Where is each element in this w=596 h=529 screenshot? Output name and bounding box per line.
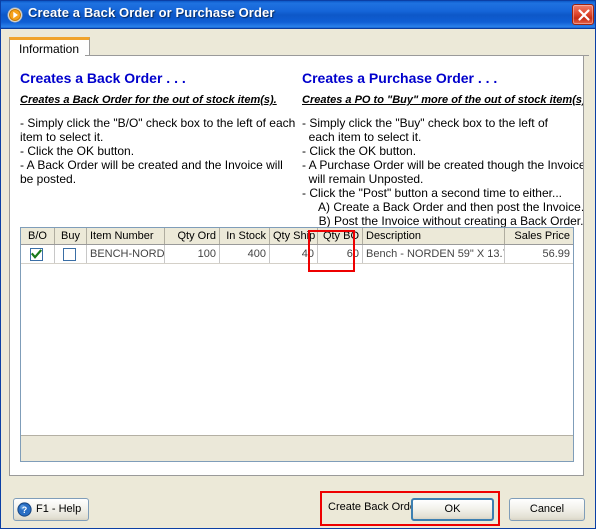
- back-order-subheading: Creates a Back Order for the out of stoc…: [20, 94, 277, 106]
- dialog-window: Create a Back Order or Purchase Order In…: [0, 0, 596, 529]
- table-row[interactable]: BENCH-NORDE 100 400 40 60 Bench - NORDEN…: [21, 245, 573, 264]
- cell-qty-ord[interactable]: 100: [165, 245, 220, 263]
- back-order-instructions: - Simply click the "B/O" check box to th…: [20, 116, 296, 186]
- tab-label: Information: [19, 42, 80, 56]
- ok-label: OK: [444, 503, 461, 515]
- cell-buy: [55, 245, 87, 263]
- orange-play-circle-icon: [7, 7, 23, 23]
- cell-in-stock[interactable]: 400: [220, 245, 270, 263]
- window-title: Create a Back Order or Purchase Order: [28, 5, 275, 20]
- line-items-grid[interactable]: B/O Buy Item Number Qty Ord In Stock Qty…: [20, 227, 574, 462]
- close-icon[interactable]: [572, 4, 594, 25]
- tab-strip: Information: [9, 37, 589, 57]
- cancel-button[interactable]: Cancel: [509, 498, 585, 521]
- column-header-qty-ship[interactable]: Qty Ship: [270, 228, 318, 244]
- title-bar: Create a Back Order or Purchase Order: [1, 1, 595, 29]
- cell-sales-price[interactable]: 56.99: [505, 245, 573, 263]
- information-panel: Creates a Back Order . . . Creates a Bac…: [9, 56, 584, 476]
- column-header-qty-ord[interactable]: Qty Ord: [165, 228, 220, 244]
- tab-information[interactable]: Information: [9, 37, 91, 57]
- column-header-description[interactable]: Description: [363, 228, 505, 244]
- grid-footer-strip: [21, 435, 573, 461]
- f1-help-button[interactable]: ? F1 - Help: [13, 498, 89, 521]
- buy-checkbox[interactable]: [63, 248, 76, 261]
- svg-text:?: ?: [22, 505, 28, 515]
- cancel-label: Cancel: [529, 503, 565, 515]
- cell-bo: [21, 245, 55, 263]
- column-header-in-stock[interactable]: In Stock: [220, 228, 270, 244]
- bo-checkbox[interactable]: [30, 248, 43, 261]
- cell-description[interactable]: Bench - NORDEN 59" X 13.75": [363, 245, 505, 263]
- column-header-bo[interactable]: B/O: [21, 228, 55, 244]
- cell-qty-bo[interactable]: 60: [318, 245, 363, 263]
- grid-header-row: B/O Buy Item Number Qty Ord In Stock Qty…: [21, 228, 573, 245]
- back-order-heading: Creates a Back Order . . .: [20, 70, 186, 86]
- f1-help-label: F1 - Help: [36, 503, 82, 515]
- column-header-item-number[interactable]: Item Number: [87, 228, 165, 244]
- cell-item-number[interactable]: BENCH-NORDE: [87, 245, 165, 263]
- purchase-order-heading: Creates a Purchase Order . . .: [302, 70, 498, 86]
- ok-button[interactable]: OK: [411, 498, 494, 521]
- cell-qty-ship[interactable]: 40: [270, 245, 318, 263]
- question-mark-circle-icon: ?: [17, 502, 32, 517]
- column-header-qty-bo[interactable]: Qty BO: [318, 228, 363, 244]
- create-back-order-label: Create Back Order: [328, 501, 420, 513]
- column-header-buy[interactable]: Buy: [55, 228, 87, 244]
- purchase-order-instructions: - Simply click the "Buy" check box to th…: [302, 116, 584, 228]
- purchase-order-subheading: Creates a PO to "Buy" more of the out of…: [302, 94, 584, 106]
- column-header-sales-price[interactable]: Sales Price: [505, 228, 573, 244]
